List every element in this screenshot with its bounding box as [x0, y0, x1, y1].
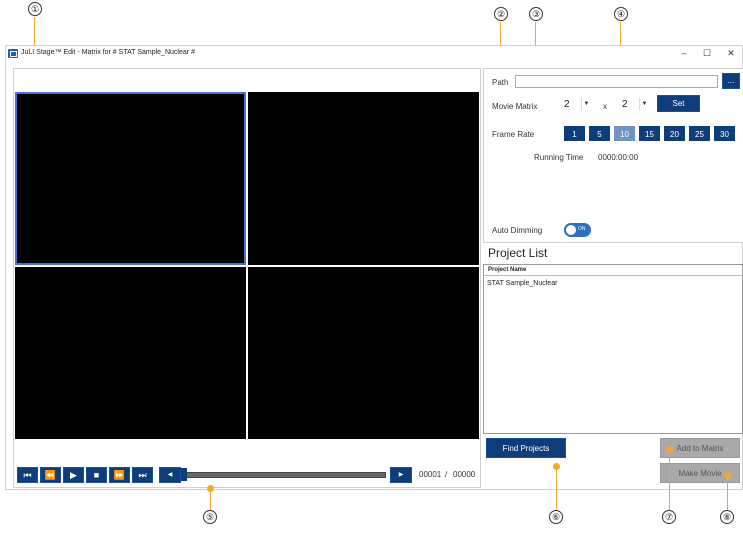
- callout-line-5: [210, 491, 211, 510]
- callout-1: ①: [28, 2, 42, 16]
- current-frame: 00001: [419, 470, 442, 479]
- frame-rate-20[interactable]: 20: [663, 125, 686, 142]
- first-frame-button[interactable]: ⏮: [17, 467, 38, 483]
- running-time-value: 0000:00:00: [598, 153, 639, 162]
- app-window: JuLI Stage™ Edit - Matrix for # STAT Sam…: [5, 45, 743, 490]
- movie-matrix-label: Movie Matrix: [492, 102, 538, 111]
- matrix-grid: [15, 92, 479, 439]
- path-label: Path: [492, 78, 509, 87]
- playback-controls: ⏮ ⏪ ▶ ■ ⏩ ⏭ ◀ ▶ 00001 / 00000: [15, 465, 479, 485]
- frame-slider-track[interactable]: [186, 472, 386, 478]
- callout-2: ②: [494, 7, 508, 21]
- find-projects-button[interactable]: Find Projects: [486, 438, 566, 458]
- callout-4: ④: [614, 7, 628, 21]
- slider-left-button[interactable]: ◀: [159, 467, 181, 483]
- frame-rate-1[interactable]: 1: [563, 125, 586, 142]
- frame-rate-25[interactable]: 25: [688, 125, 711, 142]
- frame-rate-15[interactable]: 15: [638, 125, 661, 142]
- matrix-cols-value[interactable]: 2: [622, 99, 628, 110]
- matrix-cell-1[interactable]: [15, 92, 246, 265]
- path-input[interactable]: [515, 75, 718, 88]
- callout-line-6: [556, 469, 557, 510]
- fast-forward-button[interactable]: ⏩: [109, 467, 130, 483]
- movie-matrix-viewer: ⏮ ⏪ ▶ ■ ⏩ ⏭ ◀ ▶ 00001 / 00000: [13, 68, 481, 488]
- auto-dimming-toggle[interactable]: ON: [564, 223, 591, 237]
- rewind-button[interactable]: ⏪: [40, 467, 61, 483]
- callout-3: ③: [529, 7, 543, 21]
- close-button[interactable]: ✕: [724, 47, 738, 59]
- running-time-label: Running Time: [534, 153, 584, 162]
- frame-slider-thumb[interactable]: [181, 468, 187, 481]
- maximize-button[interactable]: ☐: [700, 47, 714, 59]
- matrix-rows-value[interactable]: 2: [564, 99, 570, 110]
- callout-5: ⑤: [203, 510, 217, 524]
- matrix-cols-dropdown-icon[interactable]: ▼: [639, 98, 649, 110]
- frame-rate-10[interactable]: 10: [613, 125, 636, 142]
- total-frames: 00000: [453, 470, 476, 479]
- set-button[interactable]: Set: [657, 95, 700, 112]
- callout-7: ⑦: [662, 510, 676, 524]
- window-title: JuLI Stage™ Edit - Matrix for # STAT Sam…: [21, 49, 195, 56]
- frame-separator: /: [445, 470, 448, 479]
- matrix-rows-dropdown-icon[interactable]: ▼: [581, 98, 591, 110]
- toggle-state-text: ON: [578, 226, 586, 232]
- play-button[interactable]: ▶: [63, 467, 84, 483]
- frame-rate-label: Frame Rate: [492, 130, 535, 139]
- browse-button[interactable]: ...: [722, 73, 740, 89]
- title-bar: JuLI Stage™ Edit - Matrix for # STAT Sam…: [6, 46, 742, 62]
- callout-8: ⑧: [720, 510, 734, 524]
- project-name-column-header[interactable]: Project Name: [484, 265, 742, 276]
- minimize-button[interactable]: –: [677, 47, 691, 59]
- frame-rate-5[interactable]: 5: [588, 125, 611, 142]
- stop-button[interactable]: ■: [86, 467, 107, 483]
- app-icon: [8, 49, 18, 58]
- auto-dimming-label: Auto Dimming: [492, 226, 543, 235]
- frame-rate-30[interactable]: 30: [713, 125, 736, 142]
- settings-panel: Path ... Movie Matrix 2 ▼ x 2 ▼ Set Fram…: [483, 68, 743, 243]
- toggle-knob: [566, 225, 576, 235]
- project-list-title: Project List: [488, 246, 548, 260]
- matrix-cell-4[interactable]: [248, 267, 479, 439]
- slider-right-button[interactable]: ▶: [390, 467, 412, 483]
- project-list-item[interactable]: STAT Sample_Nuclear: [487, 280, 557, 287]
- matrix-x-label: x: [603, 102, 607, 111]
- project-list[interactable]: Project Name STAT Sample_Nuclear: [483, 264, 743, 434]
- callout-line-8: [727, 478, 728, 510]
- last-frame-button[interactable]: ⏭: [132, 467, 153, 483]
- callout-6: ⑥: [549, 510, 563, 524]
- matrix-cell-3[interactable]: [15, 267, 246, 439]
- matrix-cell-2[interactable]: [248, 92, 479, 265]
- callout-line-7: [669, 452, 670, 510]
